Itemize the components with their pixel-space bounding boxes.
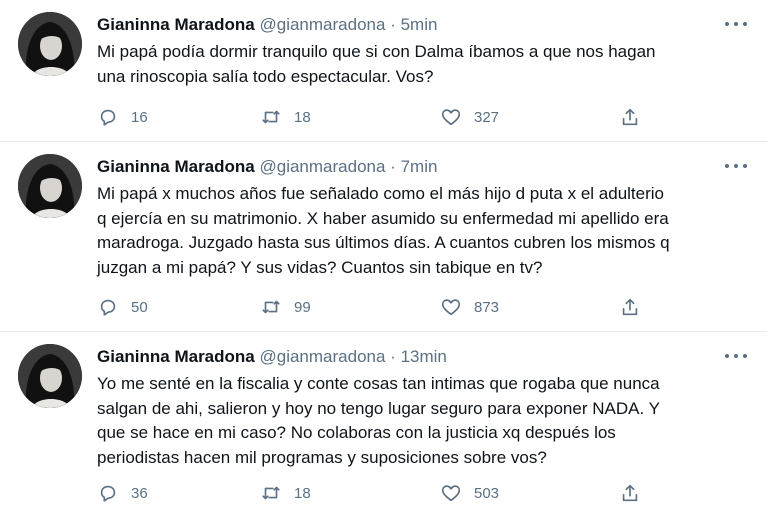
author-name[interactable]: Gianinna Maradona [97, 347, 255, 366]
reply-count: 16 [131, 108, 148, 126]
reply-button[interactable]: 36 [97, 480, 148, 506]
share-icon [622, 298, 638, 316]
author-handle[interactable]: @gianmaradona [259, 15, 385, 34]
retweet-button[interactable]: 18 [260, 480, 311, 506]
retweet-icon [262, 300, 280, 314]
reply-icon [100, 299, 116, 316]
retweet-icon [262, 110, 280, 124]
share-icon [622, 484, 638, 502]
retweet-count: 18 [294, 108, 311, 126]
share-button[interactable] [619, 294, 641, 320]
tweet[interactable]: Gianinna Maradona @gianmaradona · 13min … [0, 332, 767, 516]
share-button[interactable] [619, 480, 641, 506]
author-handle[interactable]: @gianmaradona [259, 157, 385, 176]
tweet-text: Mi papá x muchos años fue señalado como … [97, 184, 670, 277]
heart-icon [441, 485, 461, 502]
avatar[interactable] [18, 344, 82, 408]
like-count: 503 [474, 484, 500, 502]
timestamp[interactable]: 13min [401, 347, 447, 366]
like-button[interactable]: 503 [440, 480, 499, 506]
tweet-header: Gianinna Maradona @gianmaradona · 5min [97, 14, 437, 36]
separator-dot: · [390, 157, 396, 176]
avatar[interactable] [18, 12, 82, 76]
heart-icon [441, 109, 461, 126]
retweet-icon [262, 486, 280, 500]
more-options-icon[interactable] [725, 14, 747, 34]
tweet-text: Yo me senté en la fiscalia y conte cosas… [97, 374, 660, 467]
tweet-actions: 36 18 503 [97, 480, 657, 506]
timestamp[interactable]: 5min [401, 15, 438, 34]
author-handle[interactable]: @gianmaradona [259, 347, 385, 366]
retweet-button[interactable]: 18 [260, 104, 311, 130]
author-name[interactable]: Gianinna Maradona [97, 157, 255, 176]
tweet-actions: 16 18 327 [97, 104, 657, 130]
like-button[interactable]: 873 [440, 294, 499, 320]
more-options-icon[interactable] [725, 346, 747, 366]
share-icon [622, 108, 638, 126]
tweet[interactable]: Gianinna Maradona @gianmaradona · 7min M… [0, 142, 767, 332]
reply-count: 50 [131, 298, 148, 316]
reply-button[interactable]: 50 [97, 294, 148, 320]
like-count: 873 [474, 298, 500, 316]
tweet-actions: 50 99 873 [97, 294, 657, 320]
share-button[interactable] [619, 104, 641, 130]
tweet[interactable]: Gianinna Maradona @gianmaradona · 5min M… [0, 0, 767, 142]
reply-button[interactable]: 16 [97, 104, 148, 130]
retweet-count: 18 [294, 484, 311, 502]
more-options-icon[interactable] [725, 156, 747, 176]
tweet-text: Mi papá podía dormir tranquilo que si co… [97, 42, 656, 86]
like-button[interactable]: 327 [440, 104, 499, 130]
avatar[interactable] [18, 154, 82, 218]
tweet-header: Gianinna Maradona @gianmaradona · 13min [97, 346, 447, 368]
timestamp[interactable]: 7min [401, 157, 438, 176]
reply-icon [100, 109, 116, 126]
separator-dot: · [390, 347, 396, 366]
retweet-button[interactable]: 99 [260, 294, 311, 320]
tweet-timeline: Gianinna Maradona @gianmaradona · 5min M… [0, 0, 767, 516]
reply-icon [100, 485, 116, 502]
reply-count: 36 [131, 484, 148, 502]
retweet-count: 99 [294, 298, 311, 316]
separator-dot: · [390, 15, 396, 34]
author-name[interactable]: Gianinna Maradona [97, 15, 255, 34]
heart-icon [441, 299, 461, 316]
like-count: 327 [474, 108, 500, 126]
tweet-header: Gianinna Maradona @gianmaradona · 7min [97, 156, 437, 178]
